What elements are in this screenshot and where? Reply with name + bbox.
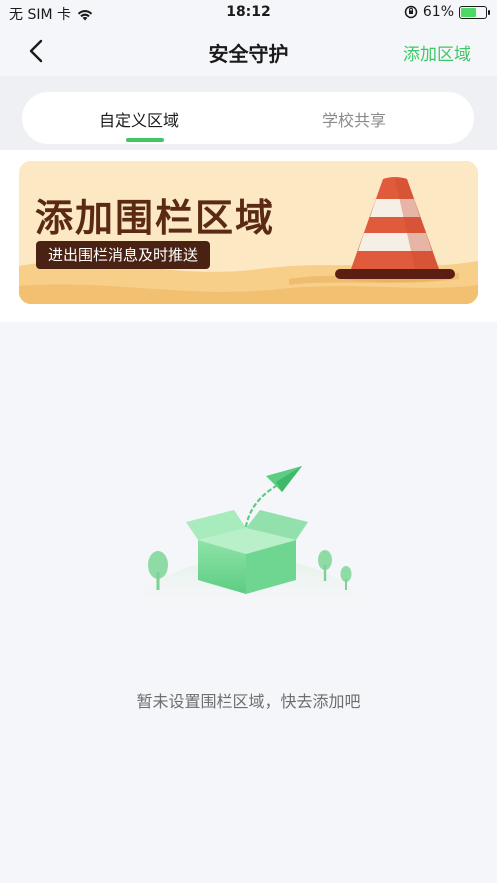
- battery-level-fill: [461, 7, 476, 17]
- traffic-cone-icon: [335, 177, 455, 282]
- segmented-tabs: 自定义区域 学校共享: [22, 92, 474, 144]
- banner-area: 添加围栏区域 进出围栏消息及时推送: [0, 150, 497, 322]
- add-fence-banner[interactable]: 添加围栏区域 进出围栏消息及时推送: [19, 161, 478, 304]
- tab-school-shared[interactable]: 学校共享: [322, 107, 386, 131]
- status-bar: 无 SIM 卡 18:12 61%: [0, 0, 497, 26]
- tabs-container: 自定义区域 学校共享: [0, 76, 497, 150]
- tab-custom-area[interactable]: 自定义区域: [99, 107, 179, 131]
- safety-guard-page: 无 SIM 卡 18:12 61% 安全守护 添加区域 自定义区域 学校共享 添…: [0, 0, 497, 883]
- battery-icon: [459, 5, 490, 19]
- status-right: 61%: [404, 4, 490, 20]
- add-area-button[interactable]: 添加区域: [403, 40, 471, 65]
- active-tab-indicator: [126, 138, 164, 142]
- banner-subtitle: 进出围栏消息及时推送: [36, 241, 211, 269]
- empty-box-icon: [128, 466, 370, 612]
- battery-percent: 61%: [422, 4, 454, 20]
- navigation-bar: 安全守护 添加区域: [0, 26, 497, 76]
- banner-title: 添加围栏区域: [35, 196, 276, 240]
- empty-state-text: 暂未设置围栏区域，快去添加吧: [136, 692, 361, 711]
- orientation-lock-icon: [404, 5, 418, 19]
